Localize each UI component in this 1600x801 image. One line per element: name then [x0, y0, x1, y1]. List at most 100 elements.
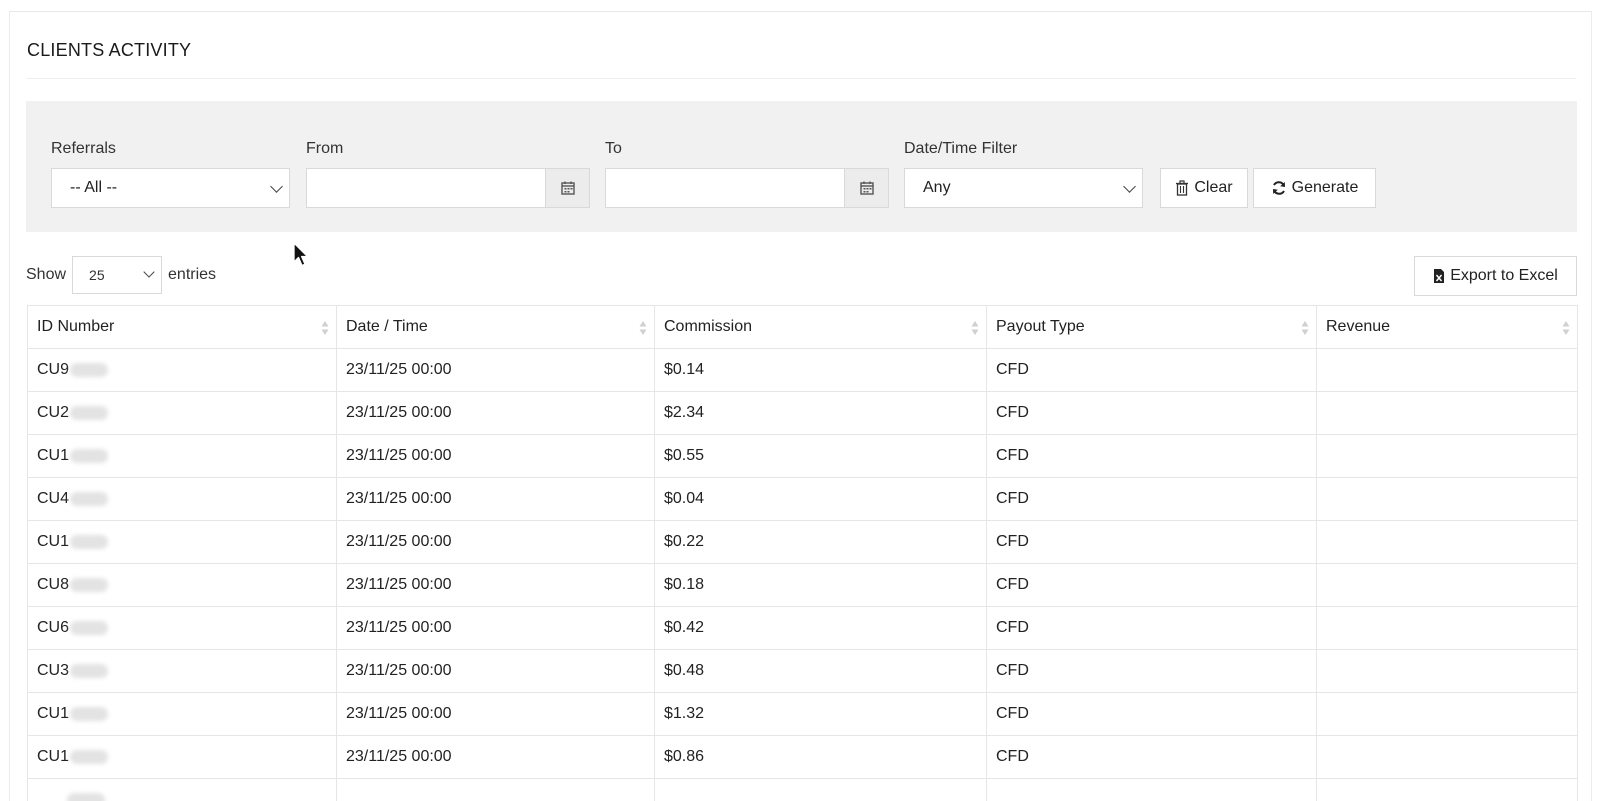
column-header-date-time[interactable]: Date / Time — [336, 305, 655, 349]
cell-revenue — [1316, 692, 1578, 736]
id-prefix: CU1 — [37, 533, 70, 550]
cell-payout-type: CFD — [986, 649, 1317, 693]
column-header-payout-type[interactable]: Payout Type — [986, 305, 1317, 349]
cell-payout-type: CFD — [986, 520, 1317, 564]
cell-commission: $0.48 — [654, 649, 987, 693]
table-row: CU2 23/11/25 00:00 $2.34 CFD — [27, 391, 1578, 435]
id-prefix: CU1 — [37, 748, 70, 765]
table-row: CU1 23/11/25 00:00 $0.22 CFD — [27, 520, 1578, 564]
chevron-down-icon — [270, 180, 283, 193]
id-prefix: CU1 — [37, 447, 70, 464]
table-row: CU1 23/11/25 00:00 $1.32 CFD — [27, 692, 1578, 736]
filter-panel — [26, 101, 1577, 232]
mouse-cursor-icon — [293, 242, 309, 267]
cell-commission: $2.34 — [654, 391, 987, 435]
table-row: CU3 23/11/25 00:00 $0.48 CFD — [27, 649, 1578, 693]
cell-datetime: 23/11/25 00:00 — [336, 477, 655, 521]
column-header-label: Commission — [664, 318, 753, 335]
redacted-id — [70, 749, 109, 764]
cell-commission — [654, 778, 987, 801]
cell-revenue — [1316, 778, 1578, 801]
calendar-icon — [560, 181, 575, 195]
referrals-select[interactable]: -- All -- — [51, 168, 290, 208]
cell-commission: $0.22 — [654, 520, 987, 564]
cell-datetime: 23/11/25 00:00 — [336, 563, 655, 607]
cell-payout-type: CFD — [986, 563, 1317, 607]
column-header-label: Revenue — [1326, 318, 1391, 335]
redacted-id — [70, 491, 109, 506]
redacted-id — [70, 405, 109, 420]
page-title: CLIENTS ACTIVITY — [27, 40, 192, 60]
datetime-filter-select[interactable]: Any — [904, 168, 1143, 208]
cell-id: CU8 — [27, 563, 337, 607]
cell-id: CU1 — [27, 520, 337, 564]
table-row: CU1 23/11/25 00:00 $0.55 CFD — [27, 434, 1578, 478]
table-row: CU4 23/11/25 00:00 $0.04 CFD — [27, 477, 1578, 521]
redacted-id — [70, 534, 109, 549]
cell-revenue — [1316, 563, 1578, 607]
generate-button-label: Generate — [1291, 179, 1359, 196]
table-header-row: ID Number Date / Time Commission Payout … — [27, 305, 1578, 349]
chevron-down-icon — [143, 266, 155, 278]
cell-revenue — [1316, 649, 1578, 693]
redacted-id — [70, 620, 109, 635]
cell-id: CU1 — [27, 692, 337, 736]
from-date-input[interactable] — [306, 168, 546, 208]
calendar-icon — [859, 181, 874, 195]
id-prefix: CU3 — [37, 662, 70, 679]
id-prefix: CU6 — [37, 619, 70, 636]
redacted-id — [67, 792, 105, 801]
column-header-revenue[interactable]: Revenue — [1316, 305, 1578, 349]
entries-per-page-value: 25 — [89, 267, 105, 283]
table-row: CU1 23/11/25 00:00 $0.86 CFD — [27, 735, 1578, 779]
title-divider — [26, 78, 1576, 79]
clients-activity-table: ID Number Date / Time Commission Payout … — [27, 305, 1578, 801]
sort-icon — [1301, 321, 1309, 335]
sort-icon — [1562, 321, 1570, 335]
cell-id: CU9 — [27, 348, 337, 392]
cell-commission: $0.04 — [654, 477, 987, 521]
cell-payout-type: CFD — [986, 348, 1317, 392]
cell-payout-type: CFD — [986, 735, 1317, 779]
to-label: To — [605, 140, 622, 157]
export-button-label: Export to Excel — [1450, 267, 1558, 284]
id-prefix: CU2 — [37, 404, 70, 421]
to-calendar-button[interactable] — [845, 168, 889, 208]
column-header-id-number[interactable]: ID Number — [27, 305, 337, 349]
cell-revenue — [1316, 606, 1578, 650]
entries-per-page-select[interactable]: 25 — [72, 256, 163, 294]
cell-revenue — [1316, 735, 1578, 779]
show-entries-control: Show 25 entries — [26, 256, 216, 294]
cell-payout-type: CFD — [986, 434, 1317, 478]
show-label: Show — [26, 266, 67, 283]
clear-button[interactable]: Clear — [1160, 168, 1248, 208]
sort-icon — [639, 321, 647, 335]
cell-commission: $0.14 — [654, 348, 987, 392]
cell-datetime: 23/11/25 00:00 — [336, 735, 655, 779]
cell-revenue — [1316, 520, 1578, 564]
datetime-filter-value: Any — [923, 179, 951, 196]
cell-commission: $0.86 — [654, 735, 987, 779]
redacted-id — [70, 362, 109, 377]
cell-commission: $0.55 — [654, 434, 987, 478]
redacted-id — [70, 448, 109, 463]
generate-button[interactable]: Generate — [1253, 168, 1376, 208]
id-prefix: CU4 — [37, 490, 70, 507]
referrals-select-value: -- All -- — [70, 179, 118, 196]
clients-activity-page: CLIENTS ACTIVITY Referrals -- All -- Fro… — [0, 0, 1600, 801]
export-to-excel-button[interactable]: Export to Excel — [1414, 256, 1577, 296]
cell-datetime: 23/11/25 00:00 — [336, 692, 655, 736]
cell-id: CU6 — [27, 606, 337, 650]
from-calendar-button[interactable] — [546, 168, 590, 208]
entries-label: entries — [168, 266, 217, 283]
cell-commission: $1.32 — [654, 692, 987, 736]
column-header-commission[interactable]: Commission — [654, 305, 987, 349]
cell-id: CU1 — [27, 434, 337, 478]
id-prefix: CU9 — [37, 361, 70, 378]
clear-button-label: Clear — [1194, 179, 1233, 196]
cell-id — [27, 778, 337, 801]
trash-icon — [1176, 180, 1189, 196]
to-date-input[interactable] — [605, 168, 845, 208]
table-row: CU8 23/11/25 00:00 $0.18 CFD — [27, 563, 1578, 607]
column-header-label: ID Number — [37, 318, 115, 335]
